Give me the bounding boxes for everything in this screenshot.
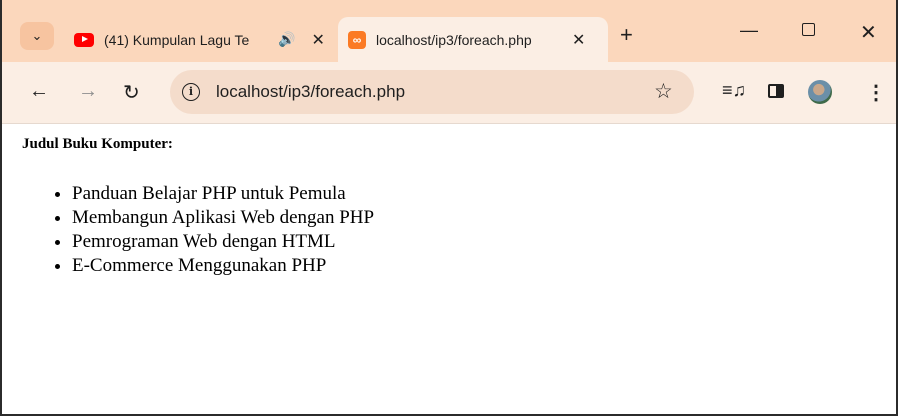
tab-strip: ⌄ (41) Kumpulan Lagu Te 🔊 ✕ ∞ localhost/… — [2, 0, 896, 62]
address-bar[interactable]: i localhost/ip3/foreach.php ☆ — [170, 70, 694, 114]
xampp-icon: ∞ — [348, 30, 366, 49]
bookmark-star-icon[interactable]: ☆ — [654, 79, 673, 104]
speaker-icon[interactable]: 🔊 — [278, 31, 295, 48]
list-item: Pemrograman Web dengan HTML — [72, 230, 374, 254]
minimize-button[interactable]: — — [740, 20, 758, 41]
tab-close-button[interactable]: ✕ — [311, 30, 324, 50]
maximize-icon — [802, 23, 815, 36]
site-info-icon[interactable]: i — [182, 83, 200, 101]
book-list: Panduan Belajar PHP untuk Pemula Membang… — [34, 182, 374, 278]
page-heading: Judul Buku Komputer: — [22, 136, 173, 152]
chevron-down-icon: ⌄ — [31, 28, 43, 43]
profile-avatar[interactable] — [808, 80, 832, 104]
side-panel-icon[interactable] — [768, 84, 784, 98]
back-button[interactable]: ← — [29, 80, 49, 103]
list-item: Membangun Aplikasi Web dengan PHP — [72, 206, 374, 230]
page-content: Judul Buku Komputer: Panduan Belajar PHP… — [4, 124, 896, 414]
menu-kebab-icon[interactable]: ⋮ — [866, 80, 886, 105]
list-item: Panduan Belajar PHP untuk Pemula — [72, 182, 374, 206]
tab-youtube[interactable]: (41) Kumpulan Lagu Te 🔊 ✕ — [64, 17, 330, 62]
forward-button[interactable]: → — [78, 80, 98, 103]
tab-foreach[interactable]: ∞ localhost/ip3/foreach.php ✕ — [338, 17, 608, 62]
tab-search-button[interactable]: ⌄ — [20, 22, 54, 50]
reload-button[interactable]: ↻ — [123, 80, 140, 105]
tab-title: (41) Kumpulan Lagu Te — [104, 31, 250, 48]
browser-toolbar: ← → ↻ i localhost/ip3/foreach.php ☆ ≡♫ ⋮ — [2, 62, 896, 124]
tab-title: localhost/ip3/foreach.php — [376, 31, 532, 48]
youtube-icon — [74, 32, 94, 47]
maximize-button[interactable] — [802, 20, 815, 41]
address-text[interactable]: localhost/ip3/foreach.php — [216, 82, 405, 102]
close-window-button[interactable]: ✕ — [860, 20, 877, 45]
media-queue-icon[interactable]: ≡♫ — [722, 80, 746, 101]
new-tab-button[interactable]: + — [620, 22, 633, 48]
tab-close-button[interactable]: ✕ — [572, 30, 585, 50]
browser-window: ⌄ (41) Kumpulan Lagu Te 🔊 ✕ ∞ localhost/… — [0, 0, 898, 416]
list-item: E-Commerce Menggunakan PHP — [72, 254, 374, 278]
